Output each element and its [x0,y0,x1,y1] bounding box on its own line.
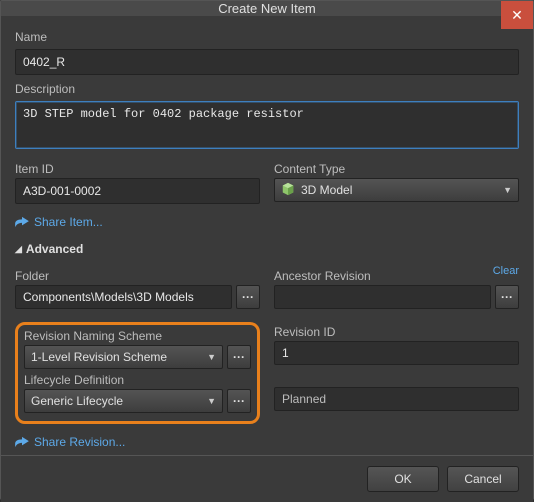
cancel-button[interactable]: Cancel [447,466,519,492]
share-item-label: Share Item... [34,215,103,229]
share-icon [15,215,29,229]
share-icon [15,435,29,449]
lifecycle-state-field: Planned [274,387,519,411]
description-input[interactable] [15,101,519,149]
ok-button[interactable]: OK [367,466,439,492]
clear-ancestor-link[interactable]: Clear [493,265,519,277]
revision-highlight-box: Revision Naming Scheme 1-Level Revision … [15,322,260,424]
item-id-input[interactable] [15,178,260,204]
chevron-down-icon: ▼ [503,185,512,195]
share-revision-label: Share Revision... [34,435,125,449]
share-item-link[interactable]: Share Item... [15,215,519,229]
advanced-label: Advanced [26,242,83,256]
item-id-label: Item ID [15,162,260,176]
advanced-toggle[interactable]: ◢ Advanced [15,242,519,256]
close-icon: ✕ [511,7,523,24]
revision-id-input[interactable] [274,341,519,365]
lifecycle-label: Lifecycle Definition [24,373,251,387]
create-new-item-dialog: Create New Item ✕ Name Description Item … [0,0,534,500]
lifecycle-state-value: Planned [282,392,326,406]
ancestor-label: Ancestor Revision [274,269,519,283]
rev-scheme-label: Revision Naming Scheme [24,329,251,343]
rev-scheme-dropdown[interactable]: 1-Level Revision Scheme ▼ [24,345,223,369]
cube-icon [281,182,295,199]
folder-label: Folder [15,269,260,283]
dialog-content: Name Description Item ID Content Type 3D… [1,16,533,455]
disclosure-down-icon: ◢ [15,244,22,255]
content-type-dropdown[interactable]: 3D Model ▼ [274,178,519,202]
name-input[interactable] [15,49,519,75]
folder-browse-button[interactable]: ··· [236,285,260,309]
content-type-label: Content Type [274,162,519,176]
ancestor-browse-button[interactable]: ··· [495,285,519,309]
titlebar: Create New Item ✕ [1,1,533,16]
rev-scheme-value: 1-Level Revision Scheme [31,350,167,364]
description-label: Description [15,82,519,96]
chevron-down-icon: ▼ [207,352,216,362]
chevron-down-icon: ▼ [207,396,216,406]
rev-scheme-browse-button[interactable]: ··· [227,345,251,369]
lifecycle-dropdown[interactable]: Generic Lifecycle ▼ [24,389,223,413]
content-type-value: 3D Model [301,183,352,197]
dialog-footer: OK Cancel [1,455,533,502]
close-button[interactable]: ✕ [501,1,533,29]
lifecycle-value: Generic Lifecycle [31,394,123,408]
share-revision-link[interactable]: Share Revision... [15,435,519,449]
revision-id-label: Revision ID [274,325,519,339]
folder-input[interactable] [15,285,232,309]
lifecycle-browse-button[interactable]: ··· [227,389,251,413]
ancestor-input[interactable] [274,285,491,309]
name-label: Name [15,30,519,44]
dialog-title: Create New Item [218,1,316,16]
